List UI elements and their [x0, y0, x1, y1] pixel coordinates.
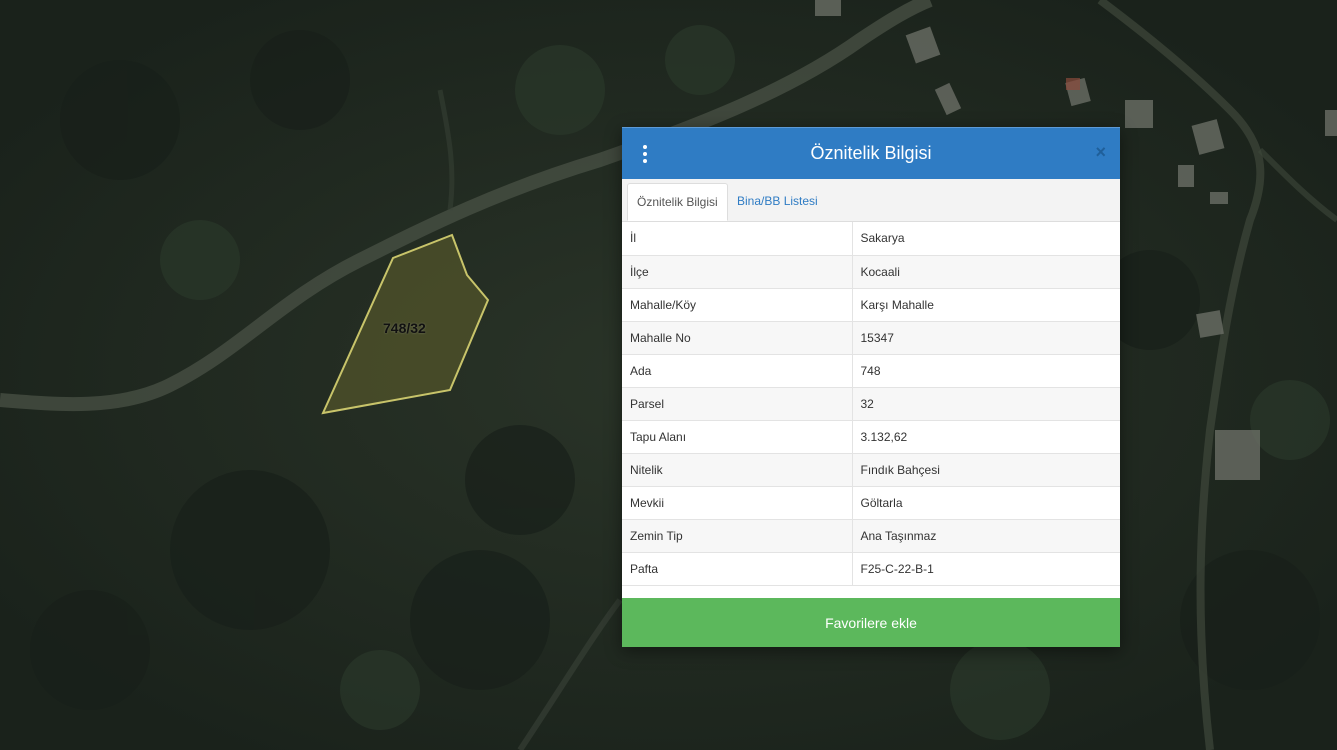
row-key: İlçe	[622, 255, 853, 289]
vertical-dots-icon[interactable]	[640, 145, 650, 163]
row-key: Mahalle No	[622, 321, 853, 355]
dialog-title: Öznitelik Bilgisi	[810, 143, 932, 163]
close-icon[interactable]: ×	[1095, 142, 1106, 162]
table-row: Mahalle No 15347	[622, 321, 1120, 355]
row-key: Zemin Tip	[622, 519, 853, 553]
row-key: Parsel	[622, 387, 853, 421]
table-row: Mahalle/Köy Karşı Mahalle	[622, 288, 1120, 322]
row-value: F25-C-22-B-1	[852, 552, 1120, 586]
attribute-dialog: Öznitelik Bilgisi × Öznitelik Bilgisi Bi…	[622, 127, 1120, 647]
row-value: 748	[852, 354, 1120, 388]
row-value: Ana Taşınmaz	[852, 519, 1120, 553]
row-value: Fındık Bahçesi	[852, 453, 1120, 487]
row-key: Nitelik	[622, 453, 853, 487]
table-row: Nitelik Fındık Bahçesi	[622, 453, 1120, 487]
row-key: Mevkii	[622, 486, 853, 520]
row-key: Pafta	[622, 552, 853, 586]
row-value: 3.132,62	[852, 420, 1120, 454]
tab-attribute-info[interactable]: Öznitelik Bilgisi	[627, 183, 728, 221]
tab-bar: Öznitelik Bilgisi Bina/BB Listesi	[622, 179, 1120, 222]
table-row: Tapu Alanı 3.132,62	[622, 420, 1120, 454]
row-key: Mahalle/Köy	[622, 288, 853, 322]
row-value: 15347	[852, 321, 1120, 355]
table-row: Pafta F25-C-22-B-1	[622, 552, 1120, 586]
table-row: Mevkii Göltarla	[622, 486, 1120, 520]
parcel-label: 748/32	[383, 320, 426, 336]
row-key: Tapu Alanı	[622, 420, 853, 454]
row-value: Sakarya	[852, 222, 1120, 256]
table-row: Parsel 32	[622, 387, 1120, 421]
table-row: İlçe Kocaali	[622, 255, 1120, 289]
table-row: İl Sakarya	[622, 222, 1120, 256]
row-key: Ada	[622, 354, 853, 388]
row-value: Karşı Mahalle	[852, 288, 1120, 322]
row-value: Göltarla	[852, 486, 1120, 520]
row-key: İl	[622, 222, 853, 256]
add-to-favorites-button[interactable]: Favorilere ekle	[622, 598, 1120, 647]
row-value: 32	[852, 387, 1120, 421]
attribute-table: İl Sakarya İlçe Kocaali Mahalle/Köy Karş…	[622, 222, 1120, 586]
dialog-header: Öznitelik Bilgisi ×	[622, 127, 1120, 179]
row-value: Kocaali	[852, 255, 1120, 289]
table-row: Zemin Tip Ana Taşınmaz	[622, 519, 1120, 553]
table-row: Ada 748	[622, 354, 1120, 388]
tab-building-list[interactable]: Bina/BB Listesi	[728, 183, 827, 220]
